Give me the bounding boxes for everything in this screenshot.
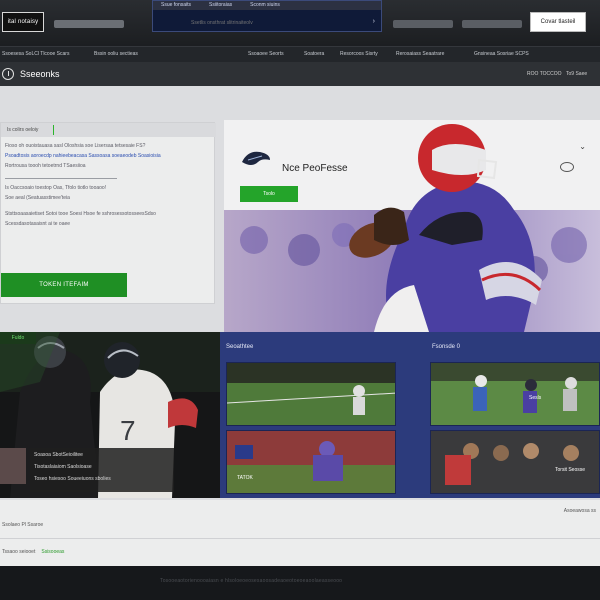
nav-item[interactable]: Gnsineaa Sosriae SCPS	[474, 51, 529, 57]
hero-button[interactable]: Tsolo	[240, 186, 298, 202]
chevron-down-icon[interactable]: ⌄	[579, 142, 586, 151]
caption-text: Toseo hsiesoo Soueeiuons sbolies	[34, 476, 111, 482]
footer-link[interactable]: Tssaoo seiooet	[2, 549, 35, 555]
footer: Asoeawosa ss Ssolaeo Pl Ssaroe Tssaoo se…	[0, 500, 600, 566]
grid-label: Seoathtee	[226, 344, 254, 350]
search-input[interactable]	[191, 19, 371, 27]
footer-link[interactable]: Ssisooeas	[41, 549, 64, 555]
thumbnail-image[interactable]	[0, 448, 26, 484]
card-header-text: Is colirs oeloiy	[7, 127, 39, 133]
nav-item[interactable]: Ssoesesa SoLCl Tlcooe Scars	[2, 51, 69, 57]
top-nav-pill[interactable]	[54, 20, 124, 28]
video-grid-panel: Seoathtee Fsonsde 0 Sesls TATOK Torsit S…	[220, 332, 600, 498]
divider	[5, 178, 117, 179]
video-tile[interactable]	[226, 362, 396, 426]
hero-card: Nce PeoFesse Tsolo ⌄	[224, 120, 600, 332]
footer-link[interactable]: Ssolaeo Pl Ssaroe	[2, 522, 43, 528]
card-link[interactable]: Psoadtosis aoroecdp nahieebeacasa Sassoa…	[5, 153, 161, 159]
player-feature-panel: 7 Fuldo Soasoa SbotSeioilitee Tisotaslai…	[0, 332, 220, 498]
chevron-right-icon[interactable]: ›	[373, 18, 375, 25]
info-card: Is colirs oeloiy Fioso oh ouoistauasa sa…	[0, 122, 216, 304]
bottom-bar-text: Tosooeaotorienoooaiasn e hlsoloeoeosesao…	[160, 578, 343, 584]
panel-tag-label: Fuldo	[11, 335, 25, 341]
search-tabs: Ssue fonsaits Ssiitoraias Sconm siuins	[153, 1, 381, 10]
hero-button-label: Tsolo	[263, 191, 275, 197]
cta-button[interactable]: Covar tlasteil	[530, 12, 586, 32]
top-nav-pill[interactable]	[462, 20, 522, 28]
video-tile[interactable]: Sesls	[430, 362, 600, 426]
card-text: Scessdasotasaisnt ai te oaee	[5, 221, 71, 227]
power-icon[interactable]	[2, 68, 14, 80]
card-text: Soe aeal (Seatuasstimee'teia	[5, 195, 70, 201]
search-tab[interactable]: Sconm siuins	[250, 3, 280, 8]
section-title: Sseeonks	[20, 69, 60, 79]
divider	[0, 538, 600, 539]
video-thumbnail	[227, 363, 395, 425]
nav-item[interactable]: Ssoaoee Seorts	[248, 51, 284, 57]
card-text: Is Oaccsoaio toestop Oas, Tfolo tiotlo t…	[5, 185, 107, 191]
card-text: Fioso oh ouoistauasa sasl Oloshsia soe L…	[5, 143, 146, 149]
section-header: Sseeonks ROO TOCCOO To9 Saee	[0, 62, 600, 86]
bottom-bar: Tosooeaotorienoooaiasn e hlsoloeoeosesao…	[0, 566, 600, 600]
caption-box: Soasoa SbotSeioilitee Tisotaslaiaiom Sao…	[30, 448, 174, 492]
chat-icon[interactable]	[560, 162, 574, 172]
card-header: Is colirs oeloiy	[1, 123, 216, 137]
video-thumbnail	[431, 431, 599, 493]
top-bar: ital notaisy Ssue fonsaits Ssiitoraias S…	[0, 0, 600, 46]
team-logo-icon	[242, 151, 270, 165]
main-nav: Ssoesesa SoLCl Tlcooe Scars Bssin ooliu …	[0, 46, 600, 62]
video-tile[interactable]: Torsit Seosse	[430, 430, 600, 494]
nav-item[interactable]: Rerosaiass Seaatrare	[396, 51, 444, 57]
accent-mark	[53, 125, 59, 135]
card-text: Rortrousa toooh tetoetrnd TSaesiioa	[5, 163, 86, 169]
top-nav-pill[interactable]	[393, 20, 453, 28]
main-content: Is colirs oeloiy Fioso oh ouoistauasa sa…	[0, 86, 600, 500]
logo-text: ital notaisy	[7, 19, 39, 25]
cta-label: Covar tlasteil	[540, 19, 576, 25]
hero-image	[224, 124, 600, 332]
caption-text: Tisotaslaiaiom Saolsioase	[34, 464, 92, 470]
tile-caption: Sesls	[529, 395, 542, 401]
video-thumbnail	[227, 431, 395, 493]
video-thumbnail	[431, 363, 599, 425]
card-text: Ststtsoaasaietiset Sotoi tooe Soesi Hsoe…	[5, 211, 156, 217]
svg-text:7: 7	[120, 415, 136, 446]
nav-item[interactable]: Resorcoos Sisrty	[340, 51, 378, 57]
primary-button-label: TOKEN ITEFAIM	[39, 282, 89, 288]
site-logo[interactable]: ital notaisy	[2, 12, 44, 32]
hero-title: Nce PeoFesse	[282, 163, 348, 174]
grid-label[interactable]: Fsonsde 0	[432, 344, 460, 350]
search-tab[interactable]: Ssue fonsaits	[161, 3, 191, 8]
search-tab[interactable]: Ssiitoraias	[209, 3, 232, 8]
caption-text: Soasoa SbotSeioilitee	[34, 452, 83, 458]
nav-item[interactable]: Bssin ooliu sectieas	[94, 51, 138, 57]
nav-item[interactable]: Soatoera	[304, 51, 324, 57]
tile-caption: TATOK	[237, 475, 253, 481]
tile-caption: Torsit Seosse	[555, 467, 586, 473]
footer-row: Tssaoo seiooet Ssisooeas	[2, 549, 64, 555]
footer-link[interactable]: Asoeawosa ss	[564, 508, 596, 514]
video-tile[interactable]: TATOK	[226, 430, 396, 494]
section-link[interactable]: To9 Saee	[566, 71, 587, 77]
primary-button[interactable]: TOKEN ITEFAIM	[1, 273, 127, 297]
search-panel: Ssue fonsaits Ssiitoraias Sconm siuins ›	[152, 0, 382, 32]
section-link[interactable]: ROO TOCCOO	[527, 71, 562, 77]
panel-tag[interactable]: Fuldo	[0, 332, 36, 344]
